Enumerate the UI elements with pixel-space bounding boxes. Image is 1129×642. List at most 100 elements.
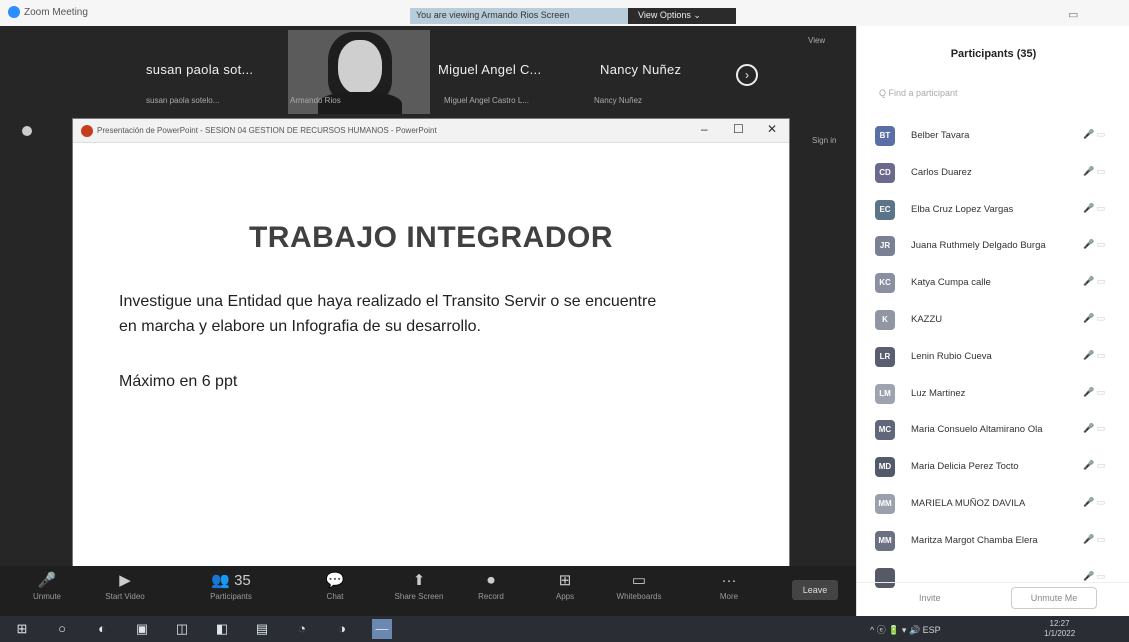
participant-status-icons: 🎤 ▭ — [1083, 423, 1106, 434]
participant-status-icons: 🎤 ▭ — [1083, 129, 1106, 139]
view-options-button[interactable]: View Options ⌄ — [628, 8, 736, 24]
share-screen-button[interactable]: ⬆ Share Screen — [384, 570, 454, 601]
powerpoint-icon — [81, 125, 93, 137]
start-video-label: Start Video — [105, 592, 145, 601]
participant-name: Katya Cumpa calle — [911, 277, 991, 289]
more-label: More — [719, 592, 739, 601]
participants-label: Participants — [210, 592, 252, 601]
chrome-icon[interactable]: ◔ — [292, 619, 312, 639]
avatar: MM — [875, 530, 895, 551]
participant-row[interactable]: LR Lenin Rubio Cueva 🎤 ▭ — [857, 339, 1129, 376]
ppt-maximize-button[interactable]: ☐ — [733, 122, 744, 136]
share-icon: ⬆ — [412, 572, 426, 589]
participant-row[interactable]: K KAZZU 🎤 ▭ — [857, 302, 1129, 339]
participant-row[interactable]: MM Maritza Margot Chamba Elera 🎤 ▭ — [857, 523, 1129, 560]
participant-row[interactable]: MD Maria Delicia Perez Tocto 🎤 ▭ — [857, 449, 1129, 486]
windows-taskbar: ⊞ ○ ◐ ▣ ◫ ◧ ▤ ◔ ◑ — ^ ⓔ 🔋 ▾ 🔊 ESP 12:27 1/1/2022 — [0, 616, 1129, 642]
participant-row[interactable]: MM MARIELA MUÑOZ DAVILA 🎤 ▭ — [857, 486, 1129, 523]
start-icon[interactable]: ⊞ — [12, 619, 32, 639]
app6-icon[interactable]: ◧ — [212, 619, 232, 639]
title-bar: Zoom Meeting You are viewing Armando Rio… — [0, 0, 1129, 26]
invite-button[interactable]: Invite — [919, 593, 941, 603]
system-tray[interactable]: ^ ⓔ 🔋 ▾ 🔊 ESP — [870, 623, 941, 636]
slide-body: Investigue una Entidad que haya realizad… — [119, 289, 656, 339]
explorer-icon[interactable]: ▣ — [132, 619, 152, 639]
record-label: Record — [478, 592, 504, 601]
clock-time: 12:27 — [1049, 619, 1070, 628]
apps-icon: ⊞ — [558, 572, 572, 589]
participant-tile-name[interactable]: susan paola sot... — [146, 62, 253, 77]
slide-note: Máximo en 6 ppt — [119, 373, 238, 390]
apps-label: Apps — [555, 592, 575, 601]
participant-row[interactable]: EC Elba Cruz Lopez Vargas 🎤 ▭ — [857, 192, 1129, 229]
participant-row[interactable]: CD Carlos Duarez 🎤 ▭ — [857, 155, 1129, 192]
video-icon: ▶ — [119, 572, 131, 589]
minimize-icon[interactable]: ▭ — [1068, 8, 1078, 21]
next-page-button[interactable]: › — [736, 64, 758, 86]
search-icon[interactable]: ○ — [52, 619, 72, 639]
participant-row[interactable]: MC Maria Consuelo Altamirano Ola 🎤 ▭ — [857, 412, 1129, 449]
settings-dot-icon[interactable] — [22, 126, 32, 136]
video-person-face — [338, 40, 382, 94]
participants-title: Participants (35) — [950, 48, 1037, 60]
clock-date: 1/1/2022 — [1044, 629, 1076, 638]
avatar: CD — [875, 162, 895, 183]
ppt-close-button[interactable]: ✕ — [767, 122, 777, 136]
participant-row[interactable]: KC Katya Cumpa calle 🎤 ▭ — [857, 265, 1129, 302]
participant-row[interactable]: BT Belber Tavara 🎤 ▭ — [857, 118, 1129, 155]
slide-body-line: Investigue una Entidad que haya realizad… — [119, 293, 657, 310]
participant-name: KAZZU — [911, 313, 943, 325]
chat-button[interactable]: 💬 Chat — [300, 570, 370, 601]
ppt-minimize-button[interactable]: – — [701, 122, 708, 136]
zoom-icon[interactable]: — — [372, 619, 392, 639]
whiteboard-icon: ▭ — [631, 572, 647, 589]
participant-status-icons: 🎤 ▭ — [1083, 349, 1106, 360]
zoom-logo-icon — [8, 6, 20, 18]
unmute-button[interactable]: 🎤 Unmute — [12, 570, 82, 601]
meeting-stage: View Sign in susan paola sot... susan pa… — [0, 26, 856, 616]
app5-icon[interactable]: ◫ — [172, 619, 192, 639]
avatar: MD — [875, 457, 895, 478]
participant-name: Luz Martinez — [911, 387, 966, 399]
edge-icon[interactable]: ◐ — [92, 619, 112, 639]
apps-button[interactable]: ⊞ Apps — [530, 570, 600, 601]
more-icon: ··· — [721, 572, 737, 589]
share-screen-label: Share Screen — [394, 592, 444, 601]
record-button[interactable]: ⏺ Record — [456, 570, 526, 601]
participant-list: BT Belber Tavara 🎤 ▭ CD Carlos Duarez 🎤 ▭ EC El… — [857, 118, 1129, 596]
participant-status-icons: 🎤 ▭ — [1083, 165, 1106, 176]
participant-tile-name[interactable]: Miguel Angel C... — [438, 62, 541, 77]
participant-row[interactable]: JR Juana Ruthmely Delgado Burga 🎤 ▭ — [857, 228, 1129, 265]
participant-tile-name[interactable]: Nancy Nuñez — [600, 62, 681, 77]
whiteboards-label: Whiteboards — [616, 592, 662, 601]
chat-icon: 💬 — [325, 572, 345, 589]
chat-label: Chat — [326, 592, 344, 601]
avatar: JR — [875, 236, 895, 257]
unmute-me-button[interactable]: Unmute Me — [1011, 587, 1097, 609]
leave-button[interactable]: Leave — [792, 580, 838, 600]
view-button[interactable]: View — [808, 36, 825, 45]
sign-in-label[interactable]: Sign in — [812, 136, 836, 145]
slide: TRABAJO INTEGRADOR Investigue una Entida… — [73, 169, 789, 589]
avatar: EC — [875, 199, 895, 220]
participant-status-icons: 🎤 ▭ — [1083, 533, 1106, 544]
whiteboards-button[interactable]: ▭ Whiteboards — [604, 570, 674, 601]
participant-row[interactable]: LM Luz Martinez 🎤 ▭ — [857, 376, 1129, 413]
participant-name: Maria Delicia Perez Tocto — [911, 461, 1019, 473]
app9-icon[interactable]: ◑ — [332, 619, 352, 639]
start-video-button[interactable]: ▶ Start Video — [90, 570, 160, 601]
participants-panel: Participants (35) Q Find a participant B… — [856, 26, 1129, 616]
powerpoint-titlebar: Presentación de PowerPoint - SESION 04 G… — [73, 119, 789, 143]
avatar: K — [875, 309, 895, 330]
participants-button[interactable]: 👥 35 Participants — [196, 570, 266, 601]
participant-name: Maria Consuelo Altamirano Ola — [911, 424, 1043, 436]
mic-icon: 🎤 — [37, 572, 57, 589]
participant-tile-sub: Nancy Nuñez — [594, 96, 643, 105]
participant-status-icons: 🎤 ▭ — [1083, 202, 1106, 213]
app7-icon[interactable]: ▤ — [252, 619, 272, 639]
participant-search-input[interactable]: Q Find a participant — [879, 88, 1119, 108]
more-button[interactable]: ··· More — [694, 570, 764, 601]
clock[interactable]: 12:27 1/1/2022 — [1044, 619, 1075, 639]
participant-name: Lenin Rubio Cueva — [911, 350, 992, 362]
panel-footer: Invite Unmute Me — [857, 582, 1129, 616]
